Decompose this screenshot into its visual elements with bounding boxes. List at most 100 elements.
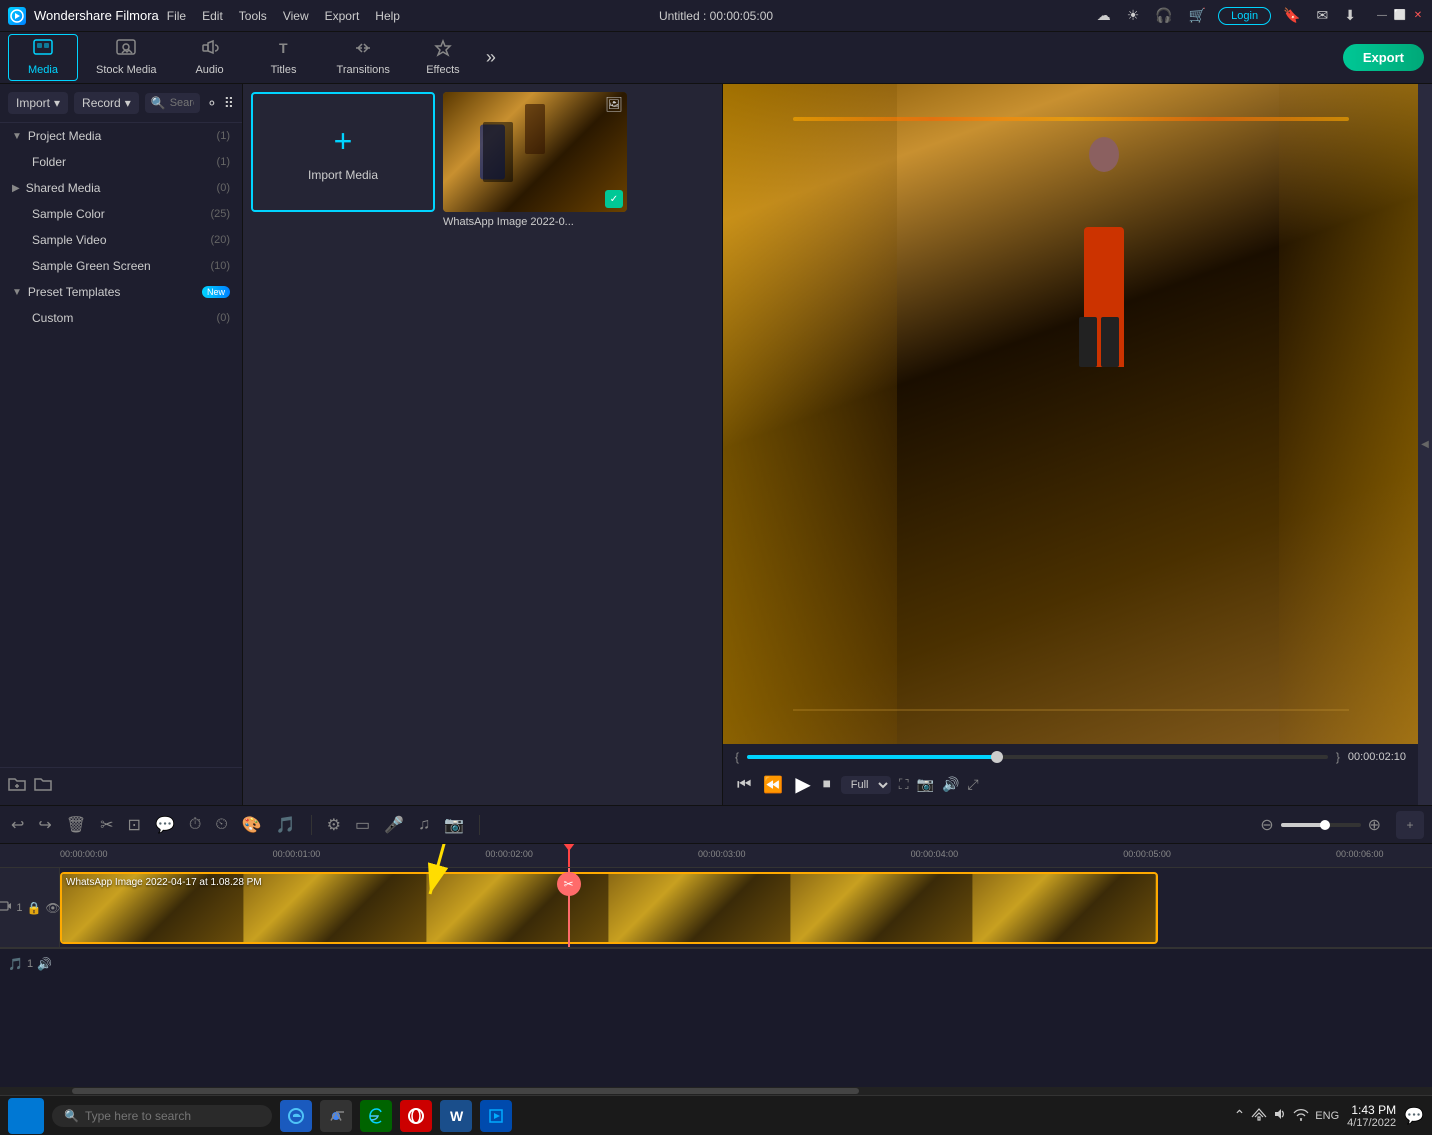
clock[interactable]: 1:43 PM 4/17/2022 (1347, 1103, 1396, 1129)
skip-back-icon[interactable]: ⏮ (735, 774, 753, 796)
toolbar-stock-media[interactable]: Stock Media (82, 35, 171, 80)
tree-preset-templates[interactable]: ▼ Preset Templates New (0, 279, 242, 305)
toolbar-transitions[interactable]: Transitions (323, 35, 404, 80)
headphone-icon[interactable]: 🎧 (1151, 5, 1176, 26)
bookmark-icon[interactable]: 🔖 (1279, 5, 1304, 26)
add-clip-button[interactable]: + (1396, 811, 1424, 839)
minimize-button[interactable]: — (1376, 10, 1388, 22)
audio-adjust-icon[interactable]: 🎵 (273, 813, 299, 837)
video-clip[interactable]: WhatsApp Image 2022-04-17 at 1.08.28 PM (60, 872, 1158, 944)
menu-edit[interactable]: Edit (202, 9, 223, 23)
timeline-scrollbar[interactable] (0, 1087, 1432, 1095)
progress-bar[interactable] (747, 755, 1328, 759)
audio-track-number: 1 (27, 958, 33, 970)
export-button[interactable]: Export (1343, 44, 1424, 71)
zoom-in-icon[interactable]: ⊕ (1365, 813, 1384, 837)
taskbar-app-edge2[interactable] (360, 1100, 392, 1132)
taskbar-app-filmora[interactable] (480, 1100, 512, 1132)
camera-icon[interactable]: 📷 (441, 813, 467, 837)
folder-icon[interactable] (34, 776, 52, 797)
quality-select[interactable]: Full (841, 776, 891, 794)
toolbar-titles[interactable]: T Titles (249, 35, 319, 80)
screenshot-icon[interactable]: 📷 (917, 776, 934, 793)
crop-icon[interactable]: ⊡ (125, 813, 144, 837)
mic-icon[interactable]: 🎤 (381, 813, 407, 837)
zoom-bar[interactable] (1281, 823, 1361, 827)
tree-sample-green-screen[interactable]: Sample Green Screen (10) (0, 253, 242, 279)
redo-icon[interactable]: ↪ (35, 813, 54, 837)
eye-icon[interactable]: 👁 (45, 901, 60, 915)
lock-icon[interactable]: 🔒 (26, 901, 41, 915)
notification-icon[interactable]: 💬 (1404, 1106, 1424, 1126)
sun-icon[interactable]: ☀ (1123, 5, 1144, 26)
toolbar-effects[interactable]: Effects (408, 35, 478, 80)
start-button[interactable] (8, 1098, 44, 1134)
cloud-icon[interactable]: ☁ (1093, 5, 1115, 26)
record-dropdown-icon[interactable]: ▾ (125, 96, 131, 110)
progress-handle[interactable] (991, 751, 1003, 763)
network-icon[interactable] (1251, 1107, 1267, 1124)
timer-icon[interactable]: ⏲ (212, 814, 230, 836)
track-content-v1[interactable]: WhatsApp Image 2022-04-17 at 1.08.28 PM … (60, 868, 1432, 947)
color-icon[interactable]: 🎨 (239, 813, 265, 837)
tray-chevron-icon[interactable]: ⌃ (1234, 1107, 1246, 1124)
right-collapse-button[interactable]: ◀ (1418, 84, 1432, 805)
import-dropdown-icon[interactable]: ▾ (54, 96, 60, 110)
menu-tools[interactable]: Tools (239, 9, 267, 23)
tree-project-media[interactable]: ▼ Project Media (1) (0, 123, 242, 149)
filter-icon[interactable]: ⚬ (206, 95, 218, 112)
taskbar-app-word[interactable]: W (440, 1100, 472, 1132)
comment-icon[interactable]: 💬 (152, 813, 178, 837)
record-button[interactable]: Record ▾ (74, 92, 139, 114)
media-thumb-0[interactable]: 🖼 ✓ (443, 92, 627, 212)
login-button[interactable]: Login (1218, 7, 1271, 25)
search-input[interactable] (170, 97, 194, 109)
download-icon[interactable]: ⬇ (1340, 5, 1360, 26)
track-settings-icon[interactable]: ⚙ (324, 813, 344, 837)
audio-track-speaker[interactable]: 🔊 (37, 957, 52, 971)
import-media-thumb[interactable]: + Import Media (251, 92, 435, 212)
taskbar-app-chrome[interactable] (320, 1100, 352, 1132)
grid-icon[interactable]: ⠿ (224, 95, 234, 112)
search-taskbar-input[interactable] (85, 1109, 260, 1123)
zoom-out-icon[interactable]: ⊖ (1257, 813, 1276, 837)
scrollbar-thumb[interactable] (72, 1088, 860, 1094)
menu-view[interactable]: View (283, 9, 309, 23)
undo-icon[interactable]: ↩ (8, 813, 27, 837)
menu-help[interactable]: Help (375, 9, 400, 23)
tree-sample-video[interactable]: Sample Video (20) (0, 227, 242, 253)
delete-icon[interactable]: 🗑 (63, 813, 89, 837)
toolbar-more-icon[interactable]: » (486, 47, 496, 68)
cut-icon[interactable]: ✂ (97, 813, 116, 837)
mask-icon[interactable]: ▭ (352, 813, 373, 837)
speed-icon[interactable]: ⏱ (186, 814, 204, 836)
step-back-icon[interactable]: ⏪ (761, 773, 785, 797)
progress-fill (747, 755, 997, 759)
toolbar-media[interactable]: Media (8, 34, 78, 81)
cart-icon[interactable]: 🛒 (1185, 5, 1210, 26)
maximize-button[interactable]: ⬜ (1394, 10, 1406, 22)
audio2-icon[interactable]: ♫ (415, 814, 433, 836)
play-button[interactable]: ▶ (793, 770, 812, 799)
fullscreen-icon[interactable]: ⛶ (899, 776, 909, 793)
volume-taskbar-icon[interactable] (1273, 1107, 1287, 1124)
taskbar-app-edge[interactable] (280, 1100, 312, 1132)
mail-icon[interactable]: ✉ (1313, 5, 1333, 26)
menu-file[interactable]: File (167, 9, 186, 23)
expand-icon[interactable]: ⤢ (967, 776, 978, 793)
zoom-handle[interactable] (1320, 820, 1330, 830)
toolbar-audio[interactable]: Audio (175, 35, 245, 80)
taskbar-app-opera[interactable] (400, 1100, 432, 1132)
language-icon[interactable]: ENG (1315, 1110, 1339, 1122)
tree-sample-color[interactable]: Sample Color (25) (0, 201, 242, 227)
close-button[interactable]: ✕ (1412, 10, 1424, 22)
menu-export[interactable]: Export (325, 9, 360, 23)
volume-icon[interactable]: 🔊 (942, 776, 959, 793)
wifi-icon[interactable] (1293, 1107, 1309, 1124)
add-folder-icon[interactable] (8, 776, 26, 797)
tree-shared-media[interactable]: ▶ Shared Media (0) (0, 175, 242, 201)
tree-folder[interactable]: Folder (1) (0, 149, 242, 175)
stop-button[interactable]: ⏹ (821, 774, 833, 796)
import-button[interactable]: Import ▾ (8, 92, 68, 114)
tree-custom[interactable]: Custom (0) (0, 305, 242, 331)
